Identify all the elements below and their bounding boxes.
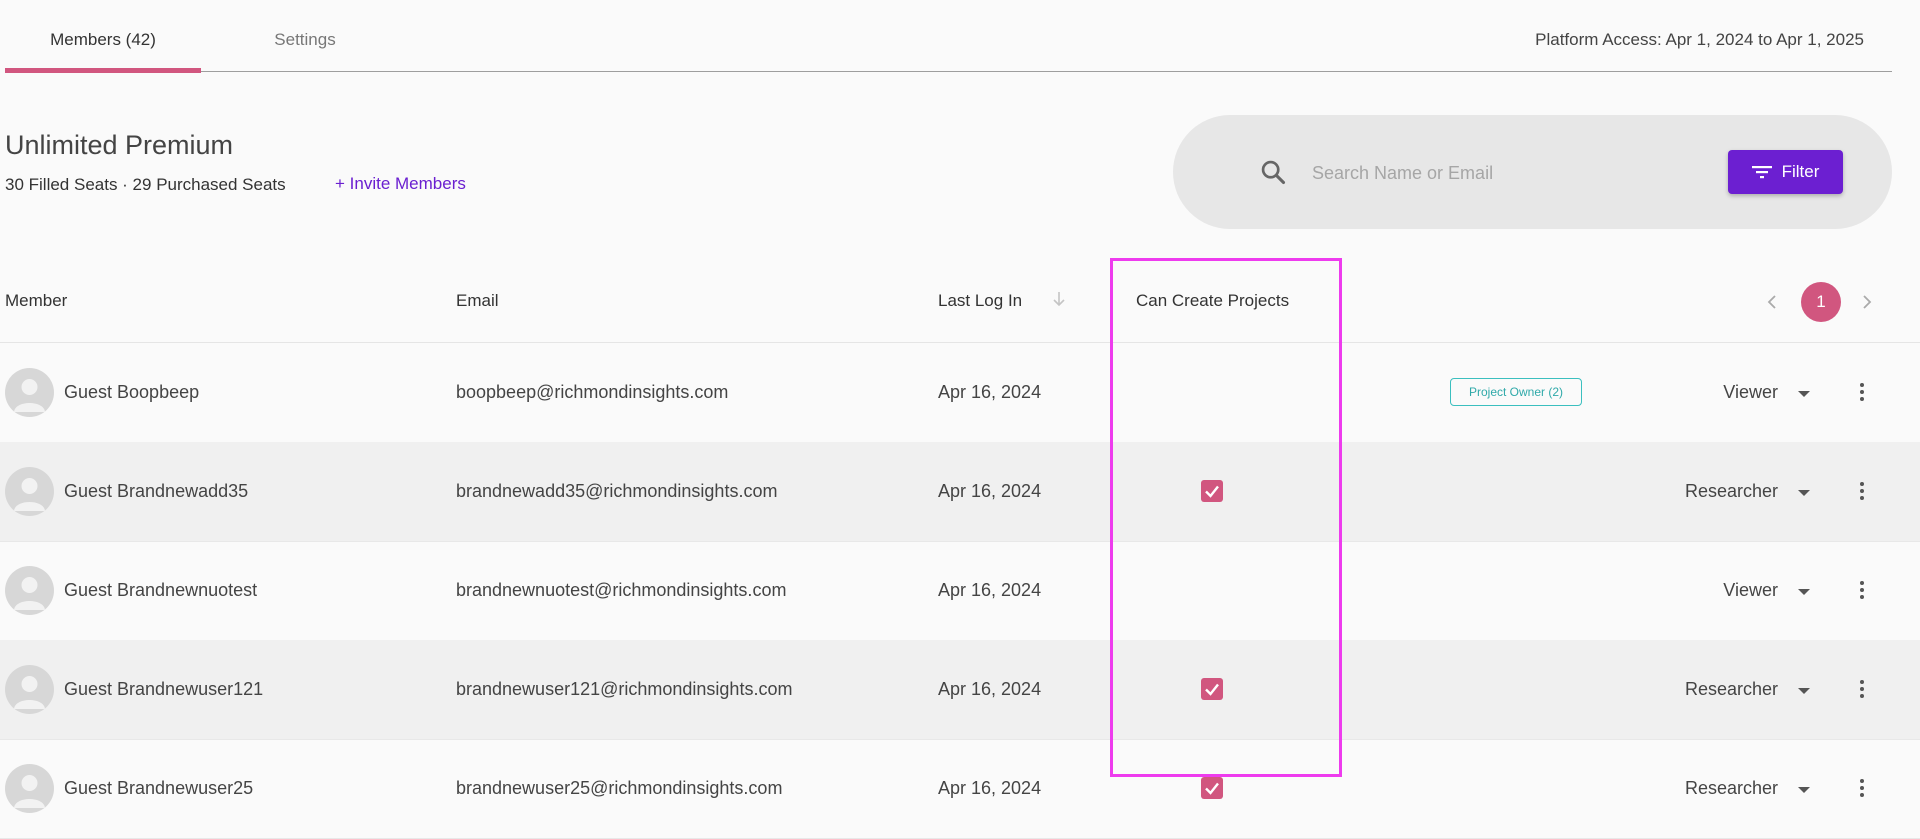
chevron-left-icon[interactable] bbox=[1765, 291, 1779, 313]
user-silhouette-icon bbox=[5, 566, 54, 615]
check-icon bbox=[1205, 782, 1219, 795]
filter-icon bbox=[1751, 166, 1772, 179]
table-row: Guest Brandnewuser121 brandnewuser121@ric… bbox=[0, 640, 1920, 740]
table-row: Guest Brandnewnuotest brandnewnuotest@ric… bbox=[0, 541, 1920, 641]
member-email: brandnewuser25@richmondinsights.com bbox=[456, 778, 783, 798]
more-vertical-icon[interactable] bbox=[1852, 776, 1872, 802]
filter-label: Filter bbox=[1781, 162, 1820, 181]
caret-down-icon bbox=[1798, 490, 1810, 496]
filter-button[interactable]: Filter bbox=[1728, 150, 1843, 194]
more-vertical-icon[interactable] bbox=[1852, 677, 1872, 703]
search-input[interactable] bbox=[1310, 153, 1704, 193]
search-icon bbox=[1261, 160, 1286, 185]
arrow-down-icon[interactable] bbox=[1052, 290, 1066, 308]
table-row: Guest Brandnewadd35 brandnewadd35@richmon… bbox=[0, 442, 1920, 542]
column-header-email: Email bbox=[456, 291, 499, 310]
user-silhouette-icon bbox=[5, 764, 54, 813]
project-owner-badge: Project Owner (2) bbox=[1450, 378, 1582, 406]
tab-settings[interactable]: Settings bbox=[234, 0, 376, 71]
check-icon bbox=[1205, 683, 1219, 696]
role-label: Viewer bbox=[1723, 382, 1778, 402]
column-header-can-create-projects: Can Create Projects bbox=[1136, 291, 1290, 310]
platform-access-text: Platform Access: Apr 1, 2024 to Apr 1, 2… bbox=[1535, 30, 1864, 49]
caret-down-icon bbox=[1798, 688, 1810, 694]
role-label: Researcher bbox=[1684, 679, 1778, 699]
last-login-date: Apr 16, 2024 bbox=[938, 778, 1042, 798]
user-silhouette-icon bbox=[5, 665, 54, 714]
caret-down-icon bbox=[1798, 589, 1810, 595]
member-email: brandnewadd35@richmondinsights.com bbox=[456, 481, 778, 501]
member-name: Guest Brandnewuser25 bbox=[64, 778, 254, 798]
more-vertical-icon[interactable] bbox=[1852, 578, 1872, 604]
role-select[interactable]: Viewer bbox=[1723, 343, 1810, 442]
role-select[interactable]: Viewer bbox=[1723, 541, 1810, 640]
user-silhouette-icon bbox=[5, 368, 54, 417]
member-email: brandnewnuotest@richmondinsights.com bbox=[456, 580, 787, 600]
member-name: Guest Boopbeep bbox=[64, 382, 200, 402]
member-email: boopbeep@richmondinsights.com bbox=[456, 382, 729, 402]
more-vertical-icon[interactable] bbox=[1852, 380, 1872, 406]
search-bar: Filter bbox=[1173, 115, 1892, 229]
can-create-projects-checkbox[interactable] bbox=[1201, 480, 1223, 502]
user-silhouette-icon bbox=[5, 467, 54, 516]
role-label: Viewer bbox=[1723, 580, 1778, 600]
caret-down-icon bbox=[1798, 787, 1810, 793]
member-name: Guest Brandnewnuotest bbox=[64, 580, 258, 600]
last-login-date: Apr 16, 2024 bbox=[938, 679, 1042, 699]
member-name: Guest Brandnewuser121 bbox=[64, 679, 264, 699]
seats-summary: 30 Filled Seats · 29 Purchased Seats bbox=[5, 175, 286, 194]
column-header-last-login[interactable]: Last Log In bbox=[938, 266, 1022, 342]
role-select[interactable]: Researcher bbox=[1685, 442, 1810, 541]
can-create-projects-checkbox[interactable] bbox=[1201, 678, 1223, 700]
table-row: Guest Brandnewuser25 brandnewuser25@richm… bbox=[0, 739, 1920, 839]
plan-title: Unlimited Premium bbox=[5, 130, 234, 160]
tab-bar: Members (42) Settings Platform Access: A… bbox=[5, 0, 1892, 73]
role-select[interactable]: Researcher bbox=[1685, 640, 1810, 739]
pagination-current-page[interactable]: 1 bbox=[1801, 282, 1841, 322]
role-label: Researcher bbox=[1684, 481, 1778, 501]
role-select[interactable]: Researcher bbox=[1685, 739, 1810, 838]
table-header: Member Email Last Log In Can Create Proj… bbox=[0, 266, 1920, 343]
column-header-member: Member bbox=[5, 291, 68, 310]
more-vertical-icon[interactable] bbox=[1852, 479, 1872, 505]
last-login-date: Apr 16, 2024 bbox=[938, 481, 1042, 501]
role-label: Researcher bbox=[1684, 778, 1778, 798]
caret-down-icon bbox=[1798, 391, 1810, 397]
invite-members-link[interactable]: + Invite Members bbox=[335, 174, 466, 194]
member-name: Guest Brandnewadd35 bbox=[64, 481, 249, 501]
can-create-projects-checkbox[interactable] bbox=[1201, 777, 1223, 799]
tab-members[interactable]: Members (42) bbox=[5, 0, 201, 73]
last-login-date: Apr 16, 2024 bbox=[938, 382, 1042, 402]
last-login-date: Apr 16, 2024 bbox=[938, 580, 1042, 600]
chevron-right-icon[interactable] bbox=[1860, 291, 1874, 313]
check-icon bbox=[1205, 485, 1219, 498]
member-email: brandnewuser121@richmondinsights.com bbox=[456, 679, 793, 699]
table-row: Guest Boopbeep boopbeep@richmondinsights.… bbox=[0, 343, 1920, 443]
